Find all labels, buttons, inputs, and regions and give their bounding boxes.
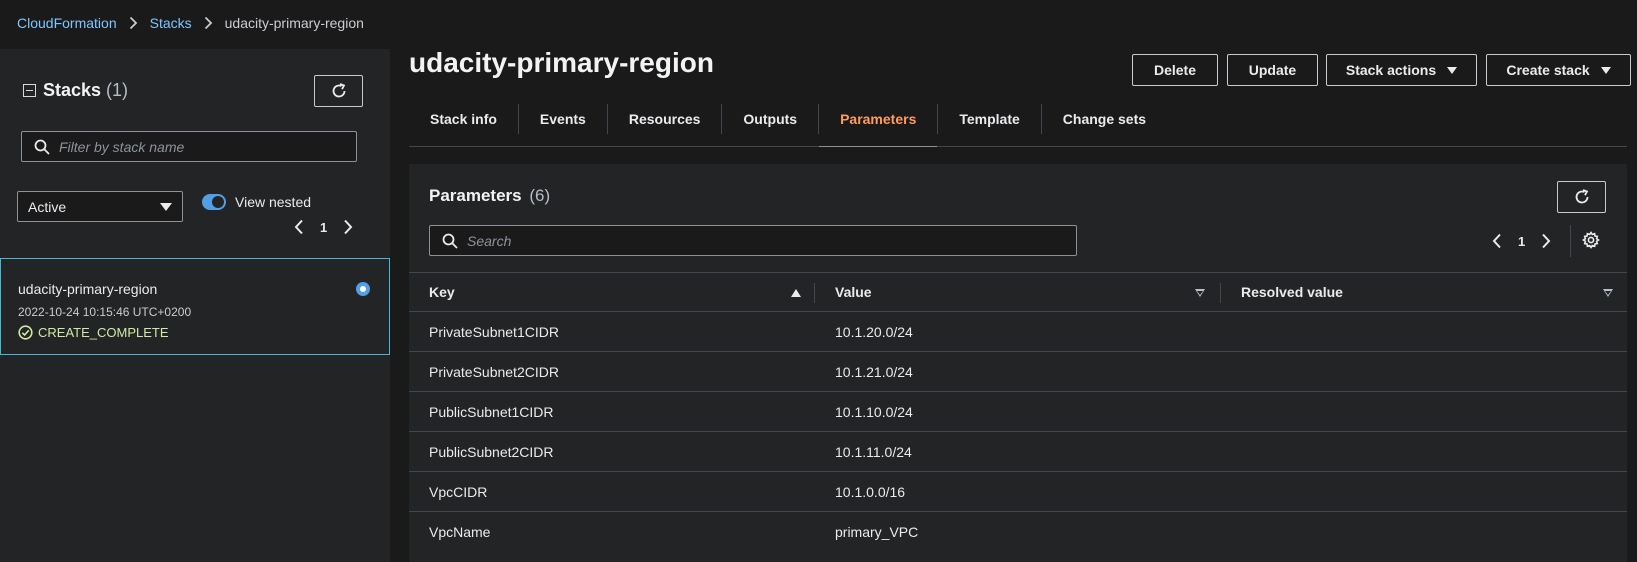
chevron-right-icon[interactable] — [343, 219, 353, 235]
stack-actions-label: Stack actions — [1345, 62, 1437, 78]
parameters-page-number[interactable]: 1 — [1518, 234, 1525, 249]
chevron-left-icon[interactable] — [1492, 233, 1502, 249]
breadcrumb-current: udacity-primary-region — [224, 15, 364, 31]
stack-status-value: Active — [28, 198, 67, 215]
chevron-right-icon — [204, 16, 212, 30]
sort-icon[interactable] — [1195, 289, 1205, 297]
table-row: VpcCIDR 10.1.0.0/16 — [409, 472, 1627, 512]
sort-icon[interactable] — [1603, 289, 1613, 297]
column-header-value[interactable]: Value — [815, 273, 1221, 311]
param-key: VpcName — [429, 524, 491, 540]
param-key: PrivateSubnet1CIDR — [429, 323, 559, 340]
param-key: PublicSubnet2CIDR — [429, 443, 554, 460]
stack-timestamp: 2022-10-24 10:15:46 UTC+0200 — [18, 305, 192, 319]
param-value: 10.1.11.0/24 — [835, 443, 912, 460]
search-icon — [34, 139, 50, 155]
parameters-table: Key Value Resolved value PrivateSubnet1C… — [409, 272, 1627, 552]
chevron-left-icon[interactable] — [294, 219, 304, 235]
stack-status-text: CREATE_COMPLETE — [38, 325, 169, 340]
update-button[interactable]: Update — [1227, 54, 1318, 86]
table-row: PublicSubnet1CIDR 10.1.10.0/24 — [409, 392, 1627, 432]
view-nested-toggle[interactable] — [202, 194, 226, 210]
view-nested-label: View nested — [235, 194, 312, 210]
page-title: udacity-primary-region — [409, 47, 714, 78]
table-row: PublicSubnet2CIDR 10.1.11.0/24 — [409, 432, 1627, 472]
caret-down-icon — [160, 202, 172, 211]
stack-name: udacity-primary-region — [18, 281, 158, 297]
tab-template[interactable]: Template — [938, 104, 1042, 134]
view-nested-toggle-group: View nested — [202, 194, 311, 210]
tab-change-sets[interactable]: Change sets — [1042, 104, 1167, 134]
stacks-panel-title: Stacks (1) — [23, 80, 128, 101]
refresh-icon — [332, 83, 345, 98]
refresh-parameters-button[interactable] — [1557, 181, 1606, 213]
column-header-value-label: Value — [835, 284, 872, 300]
chevron-right-icon[interactable] — [1541, 233, 1551, 249]
refresh-icon — [1575, 189, 1588, 204]
param-value: 10.1.10.0/24 — [835, 403, 913, 420]
table-row: PrivateSubnet1CIDR 10.1.20.0/24 — [409, 312, 1627, 352]
param-value: 10.1.21.0/24 — [835, 363, 913, 380]
divider — [1570, 225, 1571, 257]
table-header: Key Value Resolved value — [409, 272, 1627, 312]
collapse-panel-icon[interactable] — [23, 84, 36, 97]
column-header-key-label: Key — [429, 284, 455, 300]
tab-stack-info[interactable]: Stack info — [409, 104, 519, 134]
parameters-search-field — [429, 225, 1077, 256]
tab-parameters[interactable]: Parameters — [819, 104, 939, 147]
param-value: 10.1.20.0/24 — [835, 323, 913, 340]
delete-button[interactable]: Delete — [1132, 54, 1218, 86]
sort-ascending-icon[interactable] — [791, 289, 801, 297]
stack-tabs: Stack info Events Resources Outputs Para… — [409, 104, 1627, 147]
refresh-stacks-button[interactable] — [314, 75, 363, 107]
parameters-title: Parameters (6) — [429, 186, 550, 206]
chevron-right-icon — [129, 16, 137, 30]
stack-filter-input[interactable] — [59, 138, 356, 155]
breadcrumb: CloudFormation Stacks udacity-primary-re… — [17, 13, 364, 33]
stack-filter-field — [21, 131, 357, 162]
stack-select-radio[interactable] — [356, 282, 370, 296]
stack-list-item[interactable]: udacity-primary-region 2022-10-24 10:15:… — [0, 258, 390, 355]
tab-events[interactable]: Events — [519, 104, 608, 134]
stack-actions-button[interactable]: Stack actions — [1326, 54, 1477, 86]
stack-status: CREATE_COMPLETE — [18, 325, 169, 340]
stack-status-select[interactable]: Active — [17, 191, 183, 222]
stacks-count: (1) — [106, 80, 129, 100]
param-value: primary_VPC — [835, 524, 919, 540]
param-key: VpcCIDR — [429, 483, 488, 500]
param-key: PublicSubnet1CIDR — [429, 403, 554, 420]
tab-outputs[interactable]: Outputs — [722, 104, 820, 134]
breadcrumb-cloudformation-link[interactable]: CloudFormation — [17, 15, 117, 31]
tab-resources[interactable]: Resources — [608, 104, 723, 134]
parameters-pagination: 1 — [1492, 233, 1551, 249]
table-row: VpcName primary_VPC — [409, 512, 1627, 552]
column-header-resolved-value[interactable]: Resolved value — [1221, 273, 1627, 311]
parameters-search-input[interactable] — [467, 232, 1076, 249]
parameters-panel: Parameters (6) 1 Key — [409, 164, 1627, 562]
stacks-title: Stacks — [43, 80, 102, 100]
param-value: 10.1.0.0/16 — [835, 483, 906, 500]
parameters-count: (6) — [529, 186, 551, 205]
breadcrumb-stacks-link[interactable]: Stacks — [150, 15, 192, 31]
column-header-key[interactable]: Key — [409, 273, 815, 311]
caret-down-icon — [1447, 66, 1458, 74]
param-key: PrivateSubnet2CIDR — [429, 363, 559, 380]
caret-down-icon — [1600, 66, 1611, 74]
create-stack-button[interactable]: Create stack — [1486, 54, 1631, 86]
parameters-title-text: Parameters — [429, 186, 522, 205]
create-stack-label: Create stack — [1506, 62, 1590, 78]
search-icon — [442, 233, 458, 249]
stacks-pagination: 1 — [294, 219, 353, 235]
stacks-page-number[interactable]: 1 — [320, 220, 327, 235]
column-header-resolved-value-label: Resolved value — [1241, 284, 1343, 300]
check-circle-icon — [18, 325, 33, 340]
table-row: PrivateSubnet2CIDR 10.1.21.0/24 — [409, 352, 1627, 392]
gear-icon[interactable] — [1582, 231, 1600, 249]
